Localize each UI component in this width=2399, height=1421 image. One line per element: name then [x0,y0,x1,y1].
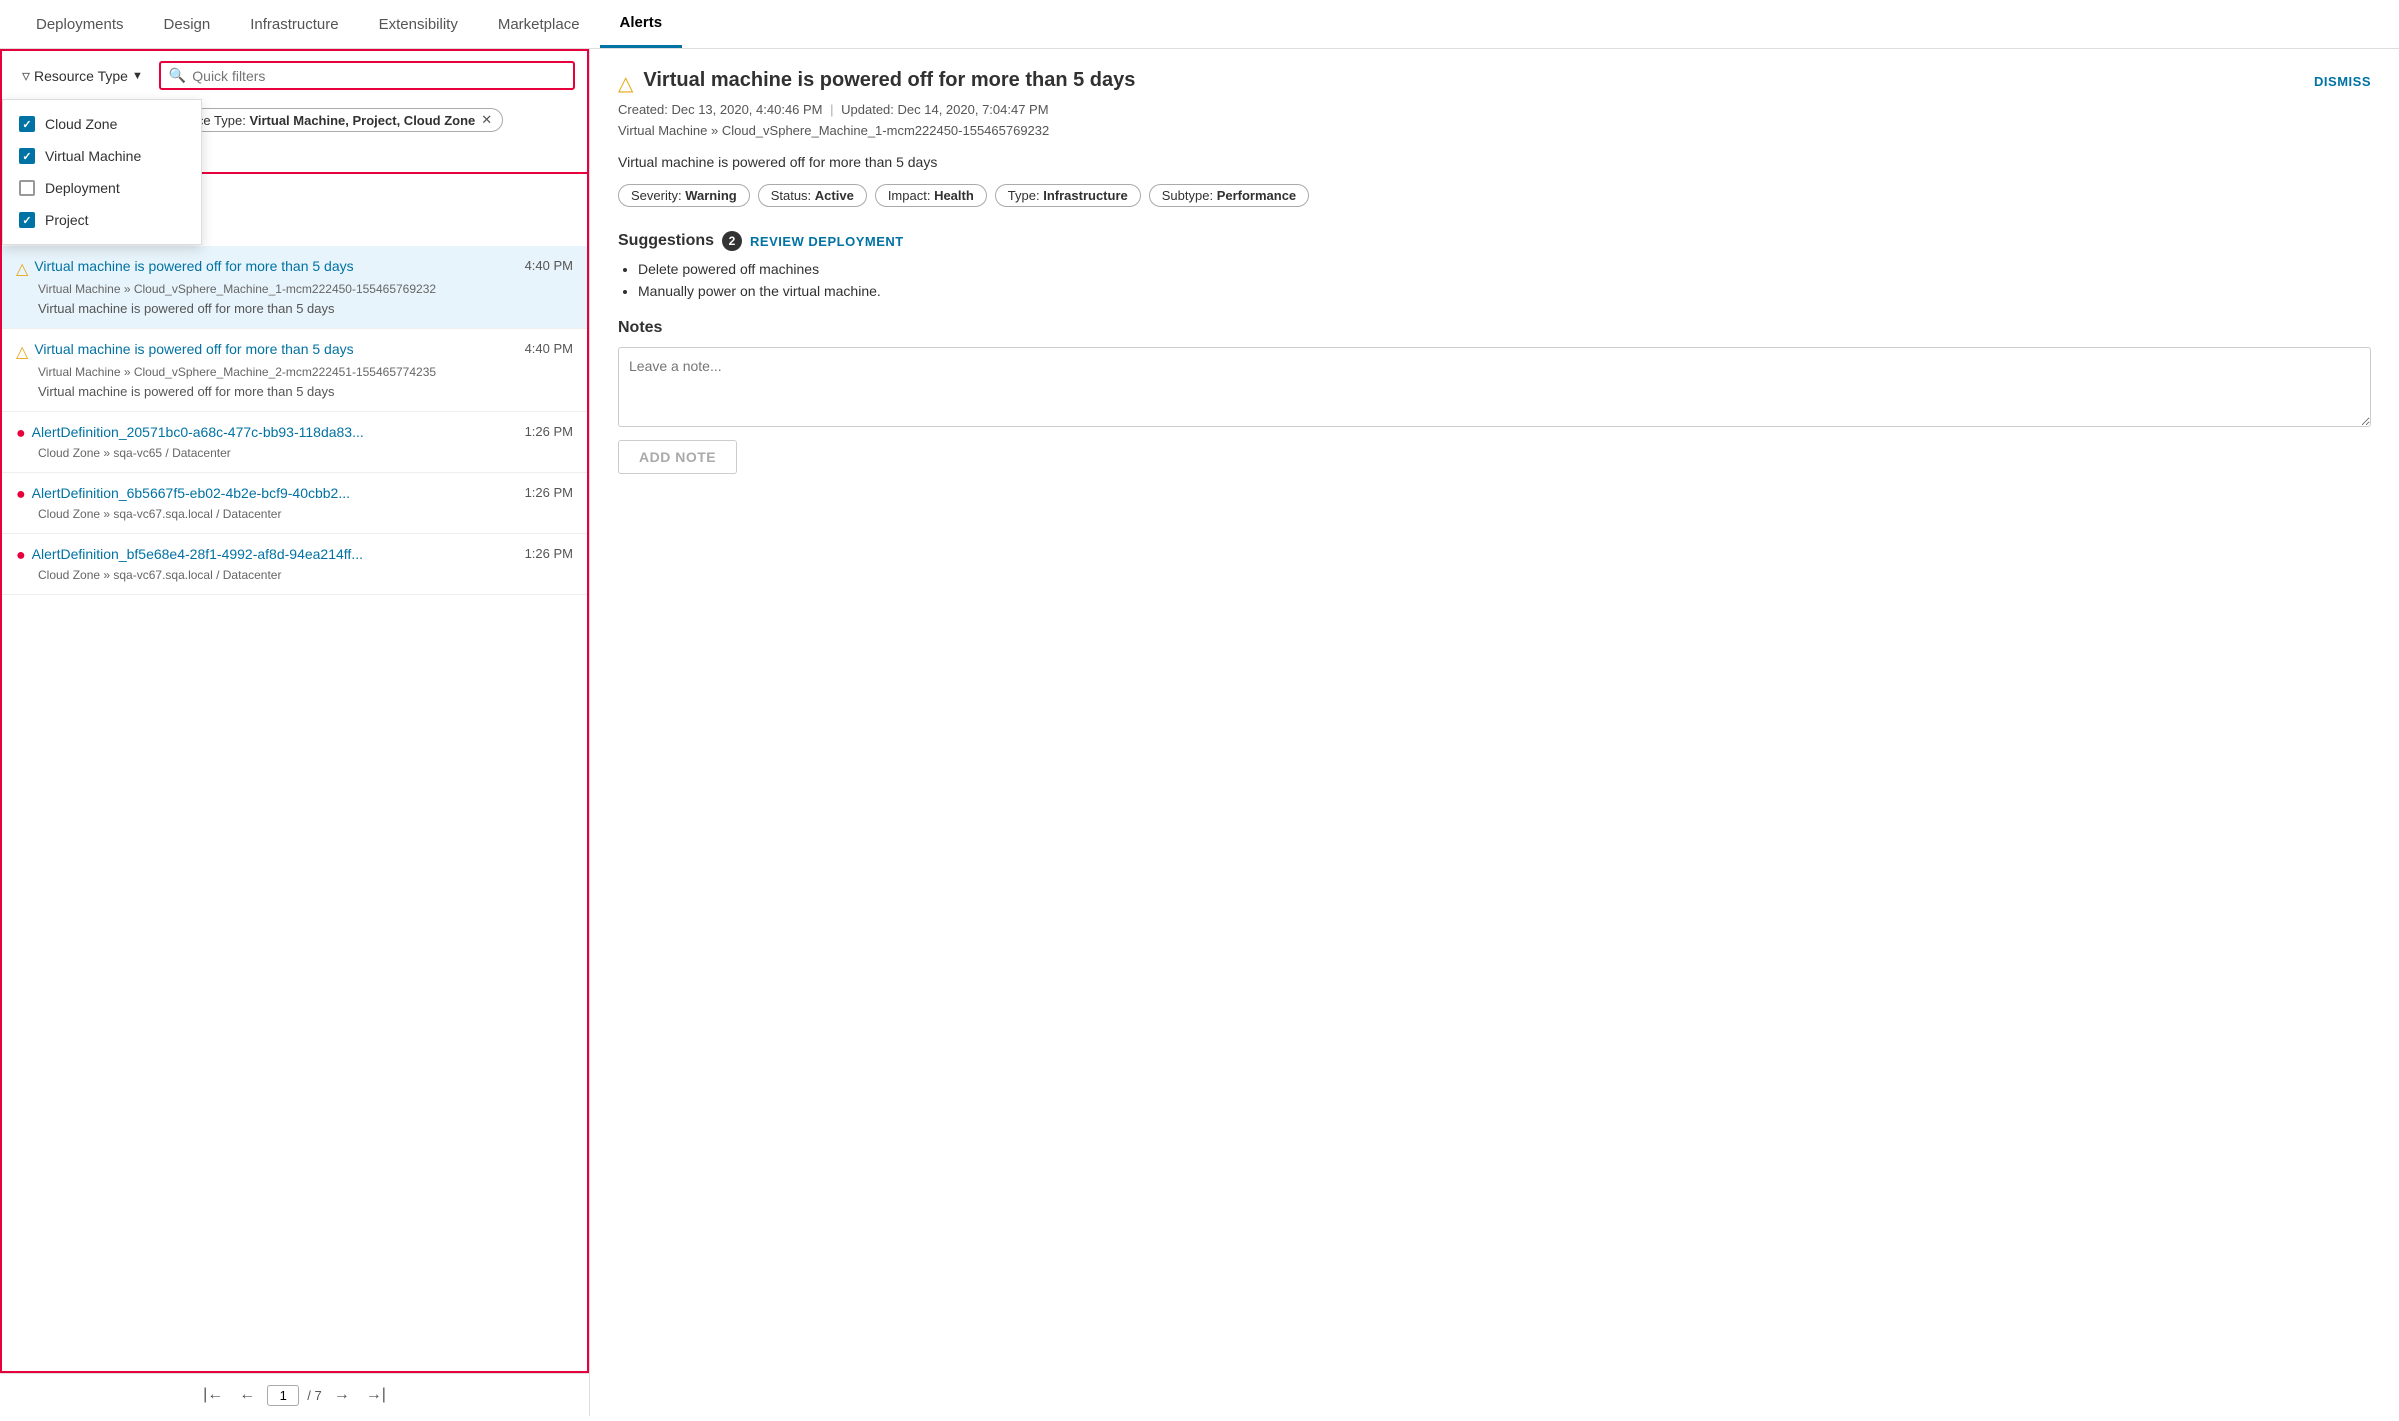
detail-meta: Created: Dec 13, 2020, 4:40:46 PM | Upda… [618,102,2371,117]
warning-icon: △ [16,259,28,279]
suggestion-list: Delete powered off machines Manually pow… [618,261,2371,299]
chip-resource-type-label: Resource Type: Virtual Machine, Project,… [155,113,475,128]
updated-text: Updated: Dec 14, 2020, 7:04:47 PM [841,102,1048,117]
checkbox-virtualmachine[interactable]: ✓ [19,148,35,164]
pagination: |← ← / 7 → →| [0,1373,589,1416]
tag-status: Status: Active [758,184,867,207]
alert-title-text: AlertDefinition_6b5667f5-eb02-4b2e-bcf9-… [32,485,517,501]
notes-label: Notes [618,319,2371,337]
notes-section: Notes ADD NOTE [618,319,2371,474]
tags-row: Severity: Warning Status: Active Impact:… [618,184,2371,207]
notes-textarea[interactable] [618,347,2371,427]
list-item[interactable]: ● AlertDefinition_bf5e68e4-28f1-4992-af8… [2,534,587,595]
nav-extensibility[interactable]: Extensibility [359,2,478,47]
alert-subtitle: Cloud Zone » sqa-vc65 / Datacenter [38,446,573,460]
suggestion-item: Delete powered off machines [638,261,2371,277]
resource-type-label: Resource Type [34,68,128,84]
next-page-button[interactable]: → [330,1384,354,1406]
list-item[interactable]: △ Virtual machine is powered off for mor… [2,329,587,412]
quick-filter-input[interactable] [192,68,565,84]
alert-list: Today Yesterday △ Virtual machine is pow… [0,174,589,1373]
detail-header: △ Virtual machine is powered off for mor… [618,69,2371,96]
right-panel: △ Virtual machine is powered off for mor… [590,49,2399,1416]
detail-warning-icon: △ [618,71,633,96]
alert-title-text: AlertDefinition_20571bc0-a68c-477c-bb93-… [32,424,517,440]
alert-subtitle: Virtual Machine » Cloud_vSphere_Machine_… [38,282,573,296]
created-text: Created: Dec 13, 2020, 4:40:46 PM [618,102,823,117]
add-note-button[interactable]: ADD NOTE [618,440,737,474]
page-total: / 7 [307,1388,321,1403]
alert-time: 4:40 PM [525,341,573,356]
dismiss-button[interactable]: DISMISS [2314,74,2371,89]
tag-type: Type: Infrastructure [995,184,1141,207]
dropdown-label-virtualmachine: Virtual Machine [45,148,141,164]
dropdown-label-project: Project [45,212,89,228]
tag-severity: Severity: Warning [618,184,750,207]
list-item[interactable]: ● AlertDefinition_20571bc0-a68c-477c-bb9… [2,412,587,473]
alert-title-text: AlertDefinition_bf5e68e4-28f1-4992-af8d-… [32,546,517,562]
alert-title-text: Virtual machine is powered off for more … [34,341,516,357]
left-panel: ▿ Resource Type ▼ ✓ Cloud Zone ✓ Virtual… [0,49,590,1416]
chevron-down-icon: ▼ [132,70,143,82]
resource-type-button[interactable]: ▿ Resource Type ▼ [14,62,151,90]
warning-icon: △ [16,342,28,362]
quick-filter-wrap: 🔍 [159,61,575,90]
alert-time: 1:26 PM [525,546,573,561]
nav-alerts[interactable]: Alerts [600,0,683,48]
dropdown-item-deployment[interactable]: Deployment [3,172,201,204]
error-icon: ● [16,486,26,504]
last-page-button[interactable]: →| [362,1384,390,1406]
suggestions-section-title: Suggestions 2 REVIEW DEPLOYMENT [618,231,2371,251]
error-icon: ● [16,547,26,565]
filter-icon: ▿ [22,66,30,86]
review-deployment-button[interactable]: REVIEW DEPLOYMENT [750,234,904,249]
alert-time: 1:26 PM [525,424,573,439]
detail-breadcrumb[interactable]: Virtual Machine » Cloud_vSphere_Machine_… [618,123,2371,138]
checkbox-deployment[interactable] [19,180,35,196]
dropdown-item-virtualmachine[interactable]: ✓ Virtual Machine [3,140,201,172]
detail-description: Virtual machine is powered off for more … [618,154,2371,170]
resource-type-dropdown: ✓ Cloud Zone ✓ Virtual Machine Deploymen… [2,99,202,245]
top-navigation: Deployments Design Infrastructure Extens… [0,0,2399,49]
first-page-button[interactable]: |← [199,1384,227,1406]
dropdown-label-cloudzone: Cloud Zone [45,116,117,132]
prev-page-button[interactable]: ← [235,1384,259,1406]
breadcrumb-arrow: » [711,123,722,138]
page-input[interactable] [267,1385,299,1406]
nav-marketplace[interactable]: Marketplace [478,2,600,47]
alert-desc: Virtual machine is powered off for more … [38,301,573,316]
filter-bar: ▿ Resource Type ▼ ✓ Cloud Zone ✓ Virtual… [0,49,589,100]
suggestion-item: Manually power on the virtual machine. [638,283,2371,299]
checkbox-project[interactable]: ✓ [19,212,35,228]
chip-resource-type-close[interactable]: ✕ [481,112,492,128]
alert-desc: Virtual machine is powered off for more … [38,384,573,399]
search-icon: 🔍 [169,67,186,84]
list-item[interactable]: ● AlertDefinition_6b5667f5-eb02-4b2e-bcf… [2,473,587,534]
alert-title-text: Virtual machine is powered off for more … [34,258,516,274]
nav-design[interactable]: Design [144,2,231,47]
nav-infrastructure[interactable]: Infrastructure [230,2,358,47]
breadcrumb-item: Cloud_vSphere_Machine_1-mcm222450-155465… [722,123,1049,138]
list-item[interactable]: △ Virtual machine is powered off for mor… [2,246,587,329]
error-icon: ● [16,425,26,443]
main-layout: ▿ Resource Type ▼ ✓ Cloud Zone ✓ Virtual… [0,49,2399,1416]
alert-subtitle: Cloud Zone » sqa-vc67.sqa.local / Datace… [38,568,573,582]
tag-subtype: Subtype: Performance [1149,184,1309,207]
suggestions-count-badge: 2 [722,231,742,251]
breadcrumb-type: Virtual Machine [618,123,707,138]
detail-title: Virtual machine is powered off for more … [643,69,2304,92]
alert-subtitle: Virtual Machine » Cloud_vSphere_Machine_… [38,365,573,379]
alert-subtitle: Cloud Zone » sqa-vc67.sqa.local / Datace… [38,507,573,521]
checkbox-cloudzone[interactable]: ✓ [19,116,35,132]
nav-deployments[interactable]: Deployments [16,2,144,47]
alert-time: 4:40 PM [525,258,573,273]
alert-time: 1:26 PM [525,485,573,500]
suggestions-label: Suggestions [618,232,714,250]
tag-impact: Impact: Health [875,184,987,207]
dropdown-item-project[interactable]: ✓ Project [3,204,201,236]
dropdown-item-cloudzone[interactable]: ✓ Cloud Zone [3,108,201,140]
dropdown-label-deployment: Deployment [45,180,120,196]
